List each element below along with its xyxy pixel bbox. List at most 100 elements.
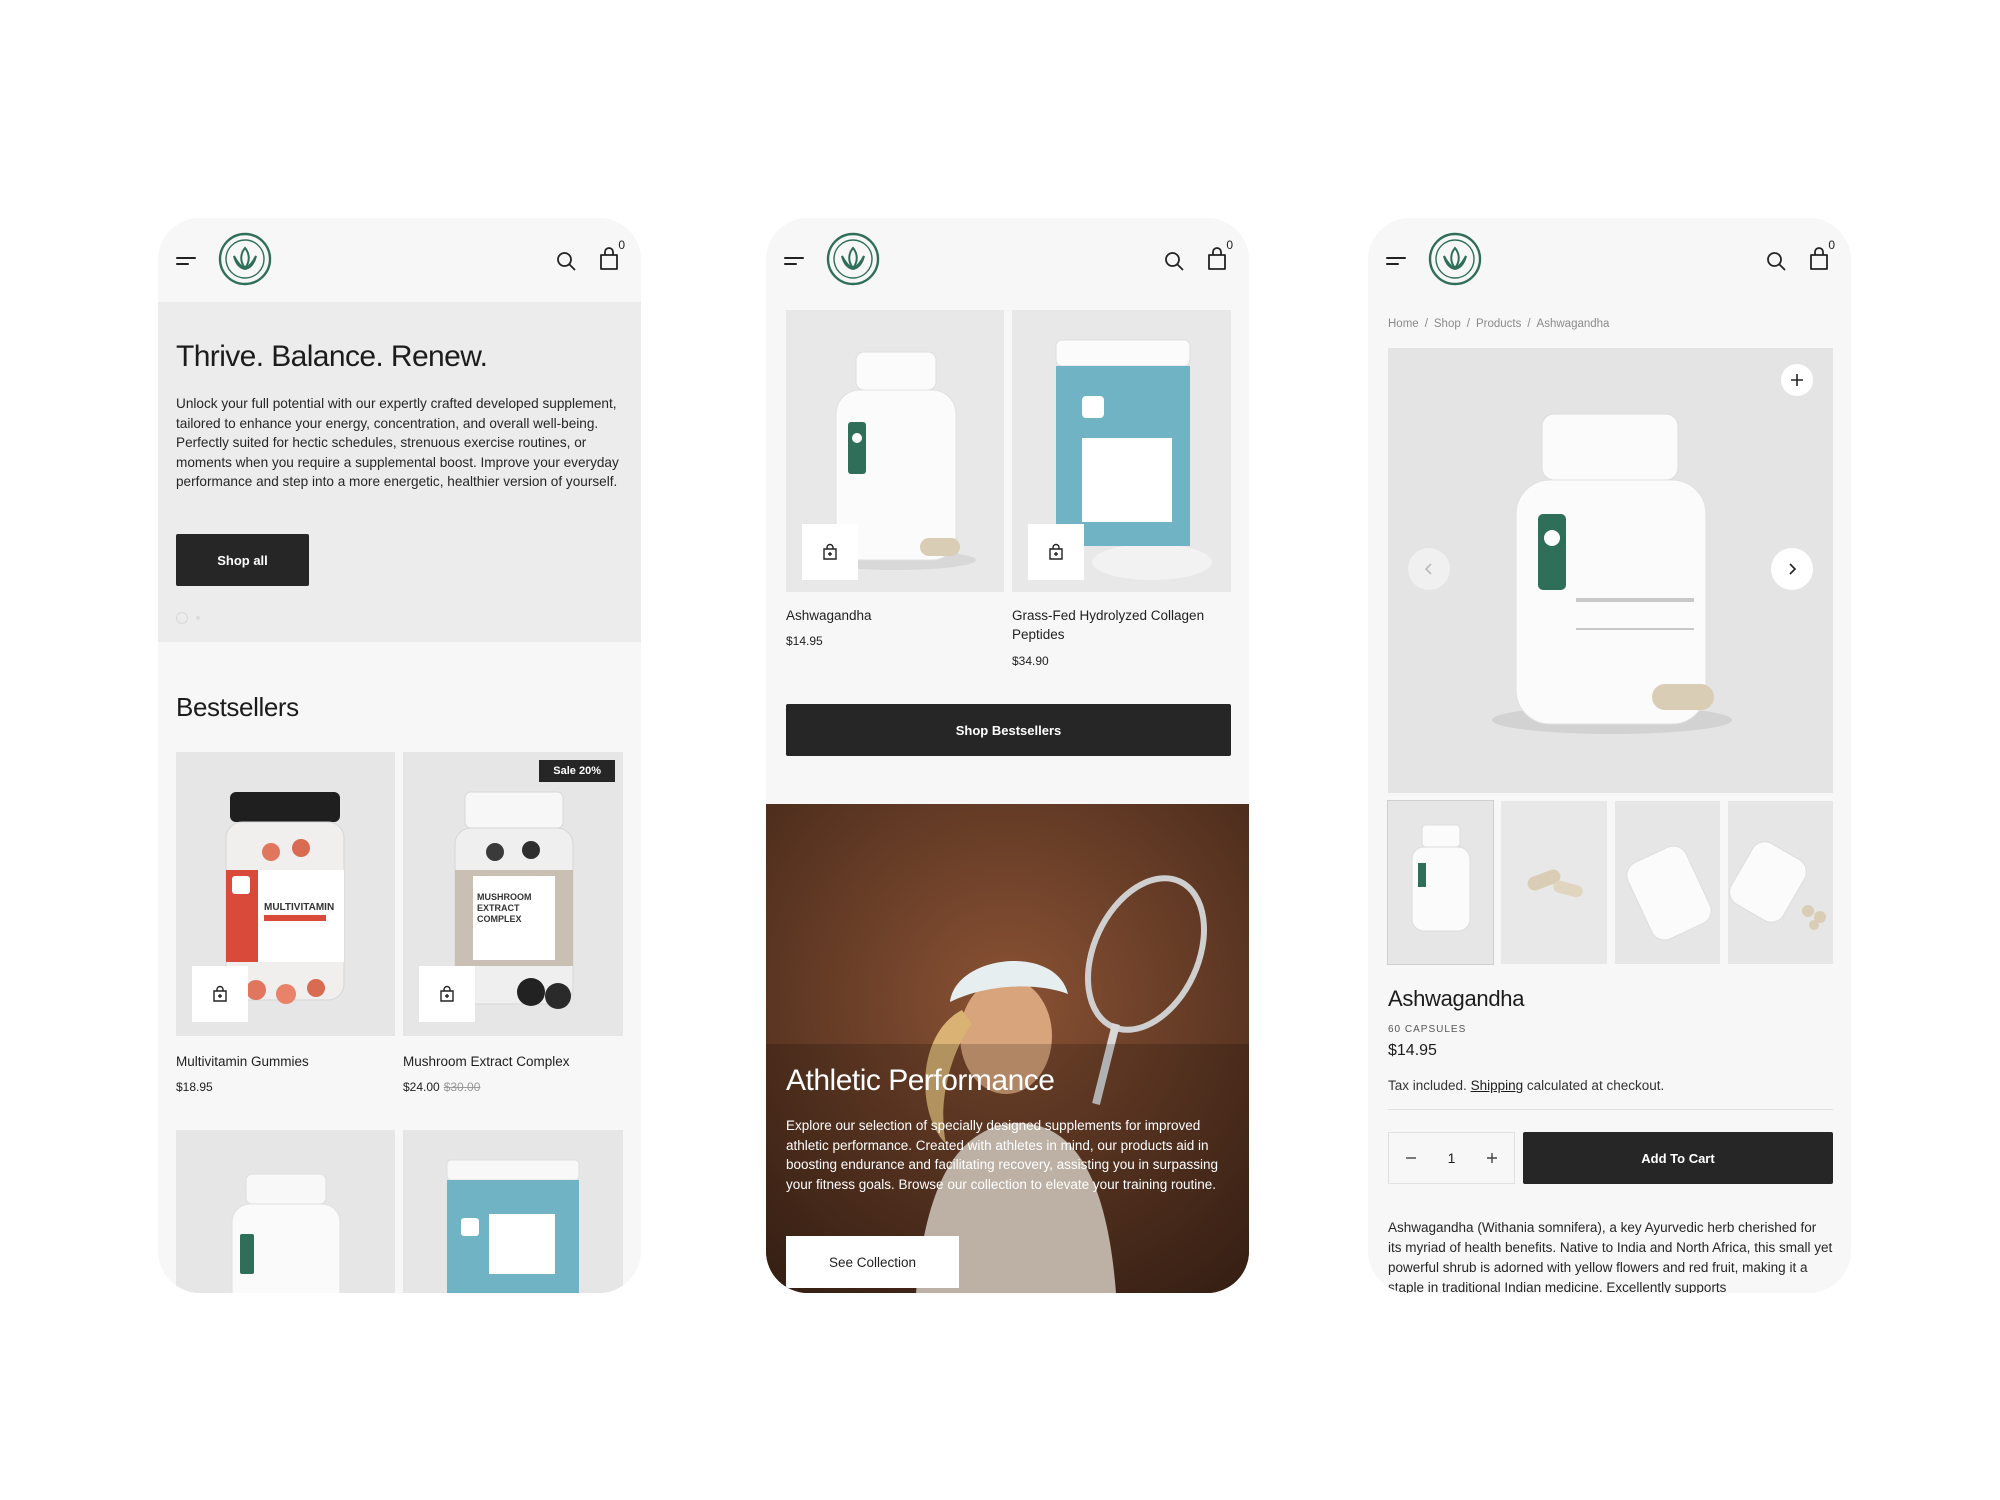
product-name[interactable]: Multivitamin Gummies: [176, 1052, 309, 1071]
thumb-capsules-image: [1501, 801, 1607, 964]
tax-line: Tax included. Shipping calculated at che…: [1388, 1078, 1664, 1093]
product-price: $18.95: [176, 1080, 213, 1094]
bag-plus-icon: [1049, 543, 1063, 560]
next-image-button[interactable]: [1771, 548, 1813, 590]
logo[interactable]: [1428, 232, 1482, 286]
thumbnail-3[interactable]: [1614, 801, 1720, 964]
product-price: $34.90: [1012, 654, 1049, 668]
shop-all-button[interactable]: Shop all: [176, 534, 309, 586]
divider: [1388, 1109, 1833, 1110]
collagen-tub-image: [403, 1130, 623, 1293]
product-image-ashwagandha[interactable]: [176, 1130, 395, 1293]
banner-title: Athletic Performance: [786, 1064, 1055, 1097]
product-image-collagen[interactable]: [1012, 310, 1231, 592]
cart-count: 0: [1828, 238, 1835, 252]
banner-text: Explore our selection of specially desig…: [786, 1118, 1218, 1192]
quick-add-button[interactable]: [802, 524, 858, 580]
quantity-stepper: 1: [1388, 1132, 1515, 1184]
product-description: Ashwagandha (Withania somnifera), a key …: [1388, 1220, 1833, 1293]
product-main-image[interactable]: [1388, 348, 1833, 793]
add-to-cart-button[interactable]: Add To Cart: [1523, 1132, 1833, 1184]
thumb-bottle-lying-image: [1614, 801, 1720, 964]
header: 0: [158, 218, 641, 302]
sale-price: $24.00: [403, 1080, 440, 1094]
tax-prefix: Tax included.: [1388, 1078, 1467, 1093]
thumb-bottle-image: [1388, 801, 1493, 964]
product-price: $14.95: [786, 634, 823, 648]
plus-icon: [1791, 374, 1803, 386]
breadcrumb-shop[interactable]: Shop: [1434, 318, 1461, 330]
product-image-multivitamin[interactable]: MULTIVITAMIN: [176, 752, 395, 1036]
hero-banner: Thrive. Balance. Renew. Unlock your full…: [158, 302, 641, 642]
product-title: Ashwagandha: [1388, 986, 1525, 1011]
see-collection-button[interactable]: See Collection: [786, 1236, 959, 1288]
logo[interactable]: [218, 232, 272, 286]
breadcrumb-home[interactable]: Home: [1388, 318, 1419, 330]
product-subtitle: 60 CAPSULES: [1388, 1024, 1467, 1035]
breadcrumb: Home / Shop / Products / Ashwagandha: [1388, 318, 1610, 330]
decrease-button[interactable]: [1403, 1150, 1419, 1166]
search-icon[interactable]: [1765, 250, 1787, 272]
athletic-banner: Athletic Performance Explore our selecti…: [766, 804, 1249, 1293]
quick-add-button[interactable]: [419, 966, 475, 1022]
hero-text: Unlock your full potential with our expe…: [176, 396, 619, 490]
ashwagandha-bottle-image: [176, 1130, 395, 1293]
tax-suffix: calculated at checkout.: [1526, 1078, 1665, 1093]
phone-product-screen: 0 Home / Shop / Products / Ashwagandha A…: [1368, 218, 1851, 1293]
product-name[interactable]: Mushroom Extract Complex: [403, 1052, 570, 1071]
minus-icon: [1406, 1157, 1416, 1159]
shop-bestsellers-button[interactable]: Shop Bestsellers: [786, 704, 1231, 756]
product-name[interactable]: Ashwagandha: [786, 606, 872, 625]
quick-add-button[interactable]: [192, 966, 248, 1022]
shipping-link[interactable]: Shipping: [1471, 1078, 1524, 1093]
thumb-spilled-bottle-image: [1727, 801, 1833, 964]
bag-plus-icon: [440, 985, 454, 1002]
prev-image-button[interactable]: [1408, 548, 1450, 590]
quantity-value[interactable]: 1: [1448, 1150, 1456, 1166]
breadcrumb-current: Ashwagandha: [1536, 318, 1610, 330]
product-image-ashwagandha[interactable]: [786, 310, 1004, 592]
chevron-left-icon: [1424, 563, 1432, 575]
svg-text:MULTIVITAMIN: MULTIVITAMIN: [264, 902, 334, 913]
slide-dot[interactable]: [196, 616, 200, 620]
plus-icon: [1486, 1153, 1497, 1163]
logo[interactable]: [826, 232, 880, 286]
bestsellers-title: Bestsellers: [176, 692, 299, 722]
cart-count: 0: [1226, 238, 1233, 252]
hamburger-icon[interactable]: [784, 255, 804, 267]
cart-count: 0: [618, 238, 625, 252]
header: 0: [1368, 218, 1851, 302]
product-image-mushroom[interactable]: MUSHROOM EXTRACT COMPLEX Sale 20%: [403, 752, 623, 1036]
quick-add-button[interactable]: [1028, 524, 1084, 580]
svg-text:EXTRACT: EXTRACT: [477, 903, 520, 913]
slide-dot-active[interactable]: [176, 612, 188, 624]
svg-text:MUSHROOM: MUSHROOM: [477, 892, 532, 902]
thumbnail-strip: [1386, 800, 1833, 965]
hero-title: Thrive. Balance. Renew.: [176, 340, 488, 373]
increase-button[interactable]: [1484, 1150, 1500, 1166]
bag-plus-icon: [213, 985, 227, 1002]
phone-collection-screen: 0 Ashwagandha $14.95 Grass-Fed Hydrolyze…: [766, 218, 1249, 1293]
product-name[interactable]: Grass-Fed Hydrolyzed Collagen Peptides: [1012, 606, 1227, 644]
breadcrumb-products[interactable]: Products: [1476, 318, 1521, 330]
sale-badge: Sale 20%: [539, 760, 615, 782]
header: 0: [766, 218, 1249, 302]
phone-home-screen: 0 Thrive. Balance. Renew. Unlock your fu…: [158, 218, 641, 1293]
search-icon[interactable]: [1163, 250, 1185, 272]
chevron-right-icon: [1789, 563, 1797, 575]
thumbnail-1[interactable]: [1386, 800, 1495, 965]
hamburger-icon[interactable]: [176, 255, 196, 267]
thumbnail-4[interactable]: [1727, 801, 1833, 964]
svg-text:COMPLEX: COMPLEX: [477, 914, 522, 924]
old-price: $30.00: [443, 1080, 481, 1094]
tennis-player-image: [766, 804, 1249, 1293]
search-icon[interactable]: [555, 250, 577, 272]
hamburger-icon[interactable]: [1386, 255, 1406, 267]
product-price: $24.00 $30.00: [403, 1080, 480, 1094]
zoom-button[interactable]: [1781, 364, 1813, 396]
thumbnail-2[interactable]: [1501, 801, 1607, 964]
product-image-collagen[interactable]: [403, 1130, 623, 1293]
bag-plus-icon: [823, 543, 837, 560]
ashwagandha-bottle-image: [1388, 348, 1833, 793]
product-price: $14.95: [1388, 1042, 1437, 1059]
